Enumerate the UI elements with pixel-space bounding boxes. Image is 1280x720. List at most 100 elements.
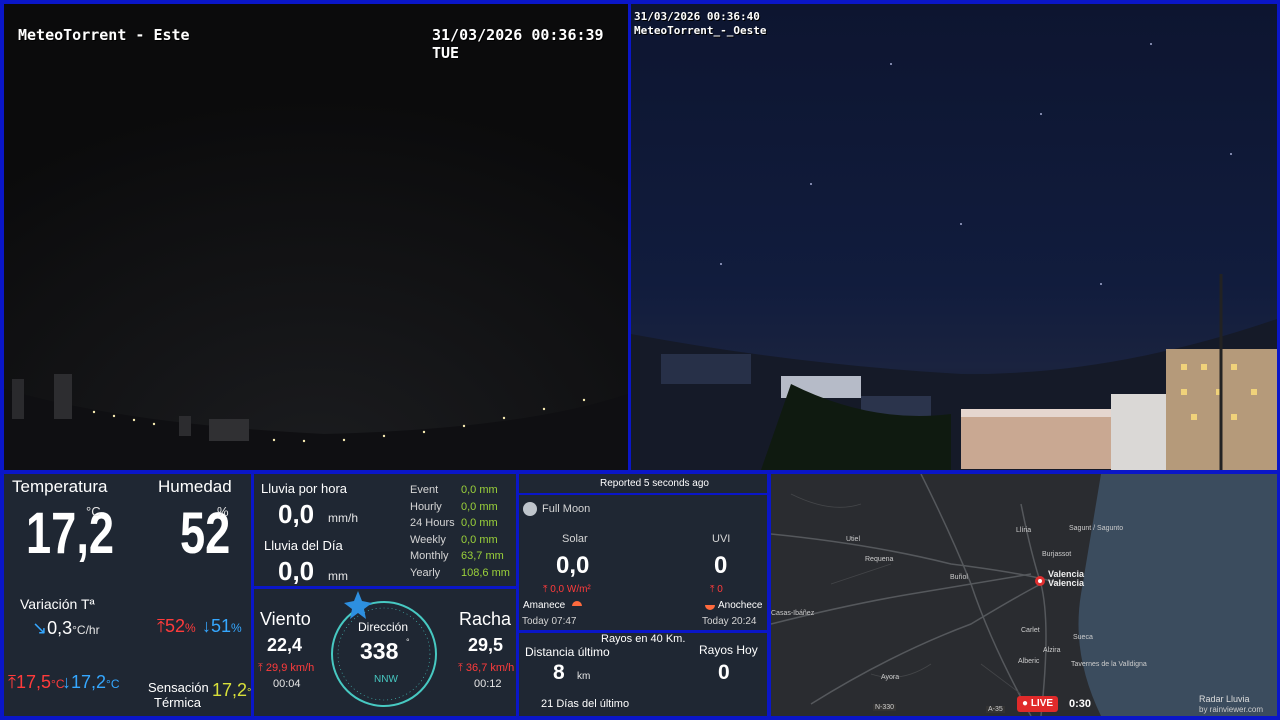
rain-summary-label: Hourly [410,500,442,513]
map-label-requena: Requena [865,556,894,563]
lightning-distance-label: Distancia último [525,645,610,659]
wind-direction-unit: ° [406,637,410,647]
max-arrow-icon: ⤒ [258,662,266,674]
feels-like-label-1: Sensación [148,680,209,695]
map-label-sueca: Sueca [1073,634,1093,641]
sunset-label: Anochece [718,600,763,611]
lightning-distance-unit: km [577,671,591,682]
map-road-a35: A-35 [986,706,1005,713]
camera-east-title: MeteoTorrent - Este [18,26,190,44]
lightning-days-since: 21 Días del último [541,698,630,710]
temperature-max: ⤒17,5°C [8,672,65,692]
temperature-value: 17,2 [26,501,115,566]
map-label-lliria: Llíria [1016,527,1032,534]
radar-map-image [771,474,1277,716]
camera-west-view[interactable]: 31/03/2026 00:36:40 MeteoTorrent_-_Oeste [631,4,1277,470]
camera-east-image [4,4,628,470]
map-label-sagunt: Sagunt / Sagunto [1069,525,1124,532]
camera-east-view[interactable]: MeteoTorrent - Este 31/03/2026 00:36:39 … [4,4,628,470]
rain-summary-value: 108,6 mm [461,567,510,579]
rain-summary-value: 0,0 mm [461,533,498,546]
wind-label: Viento [260,609,311,629]
solar-value: 0,0 [556,552,590,579]
rain-summary-label: Monthly [410,550,449,563]
rain-day-unit: mm [328,569,348,583]
min-arrow-icon: ↓ [62,672,71,692]
temperature-min: ↓17,2°C [62,672,120,692]
map-label-ayora: Ayora [881,674,900,681]
rain-summary-value: 0,0 mm [461,500,498,513]
wind-time: 00:04 [273,678,301,690]
lightning-today-value: 0 [718,661,730,684]
rain-summary-value: 63,7 mm [461,550,504,563]
humidity-unit: % [217,504,229,519]
map-label-tavernes: Tavernes de la Valldigna [1071,661,1147,668]
wind-direction-label: Dirección [358,620,409,634]
map-label-valencia-2: Valencia [1048,578,1085,588]
sunset-time: Today 20:24 [702,616,757,627]
camera-west-title: MeteoTorrent_-_Oeste [634,24,767,37]
temperature-variation: ↘0,3°C/hr [32,618,100,638]
uvi-max: ⤒ 0 [710,584,723,595]
temperature-unit: °C [86,504,101,519]
humidity-label: Humedad [158,477,232,496]
reported-status: Reported 5 seconds ago [600,478,709,489]
wind-max: ⤒ 29,9 km/h [258,662,315,674]
sunrise-label: Amanece [523,600,566,611]
camera-east-timestamp: 31/03/2026 00:36:39 TUE [432,26,604,62]
lightning-today-label: Rayos Hoy [699,643,758,657]
trend-down-icon: ↘ [32,618,48,638]
rain-summary-label: Event [410,484,439,496]
rain-hourly-value: 0,0 [278,499,315,529]
gust-time: 00:12 [474,678,502,690]
moon-icon [523,502,537,516]
humidity-min: ↓51% [202,616,242,636]
map-label-alberic: Alberic [1018,658,1040,665]
wind-value: 22,4 [267,635,303,655]
moon-phase: Full Moon [542,503,591,515]
max-arrow-icon: ⤒ [157,616,165,636]
max-arrow-icon: ⤒ [8,672,16,692]
wind-panel: Viento 22,4 ⤒ 29,9 km/h 00:04 Dirección … [254,589,516,716]
temperature-label: Temperatura [12,477,108,496]
lightning-distance-value: 8 [553,661,565,684]
humidity-max: ⤒52% [157,616,196,636]
lightning-title: Rayos en 40 Km. [601,633,686,645]
temperature-humidity-panel: Temperatura 17,2 °C Humedad 52 % Variaci… [4,474,251,716]
live-badge[interactable]: ● LIVE [1017,696,1059,712]
max-arrow-icon: ⤒ [458,662,466,674]
gust-value: 29,5 [468,635,504,655]
rain-panel: Lluvia por hora 0,0 mm/h Lluvia del Día … [254,474,516,586]
uvi-label: UVI [712,533,731,545]
map-label-carlet: Carlet [1021,627,1040,634]
lightning-panel: Rayos en 40 Km. Distancia último 8 km Ra… [519,633,767,716]
map-label-casas: Casas-Ibáñez [771,610,815,617]
rain-summary-value: 0,0 mm [461,517,498,530]
rain-day-value: 0,0 [278,556,315,586]
sunset-icon [705,605,715,610]
solar-label: Solar [562,533,588,545]
radar-credit-title: Radar Lluvia [1199,694,1250,704]
temperature-variation-label: Variación Tª [20,596,95,612]
min-arrow-icon: ↓ [202,616,211,636]
rain-summary-value: 0,0 mm [461,484,498,496]
map-road-n330: N-330 [873,704,897,711]
camera-west-image [631,43,1277,470]
sunrise-icon [572,601,582,606]
solar-max: ⤒ 0,0 W/m² [543,584,591,595]
radar-time: 0:30 [1069,698,1092,710]
wind-direction-value: 338 [360,638,399,664]
feels-like-value: 17,2°C [212,680,251,700]
rain-hourly-unit: mm/h [328,511,358,525]
wind-direction-marker-icon [344,591,372,619]
live-dot-icon: ● [1022,698,1031,709]
rain-summary-label: Weekly [410,533,446,546]
camera-west-timestamp: 31/03/2026 00:36:40 [634,10,760,23]
radar-map[interactable]: Sagunt / Sagunto Llíria Burjassot Valenc… [771,474,1277,716]
rain-summary-label: Yearly [410,567,441,579]
rain-day-label: Lluvia del Día [264,538,343,553]
map-label-burjassot: Burjassot [1042,551,1072,558]
rain-hourly-label: Lluvia por hora [261,481,347,496]
map-label-alzira: Alzira [1043,647,1061,654]
gust-label: Racha [459,609,512,629]
